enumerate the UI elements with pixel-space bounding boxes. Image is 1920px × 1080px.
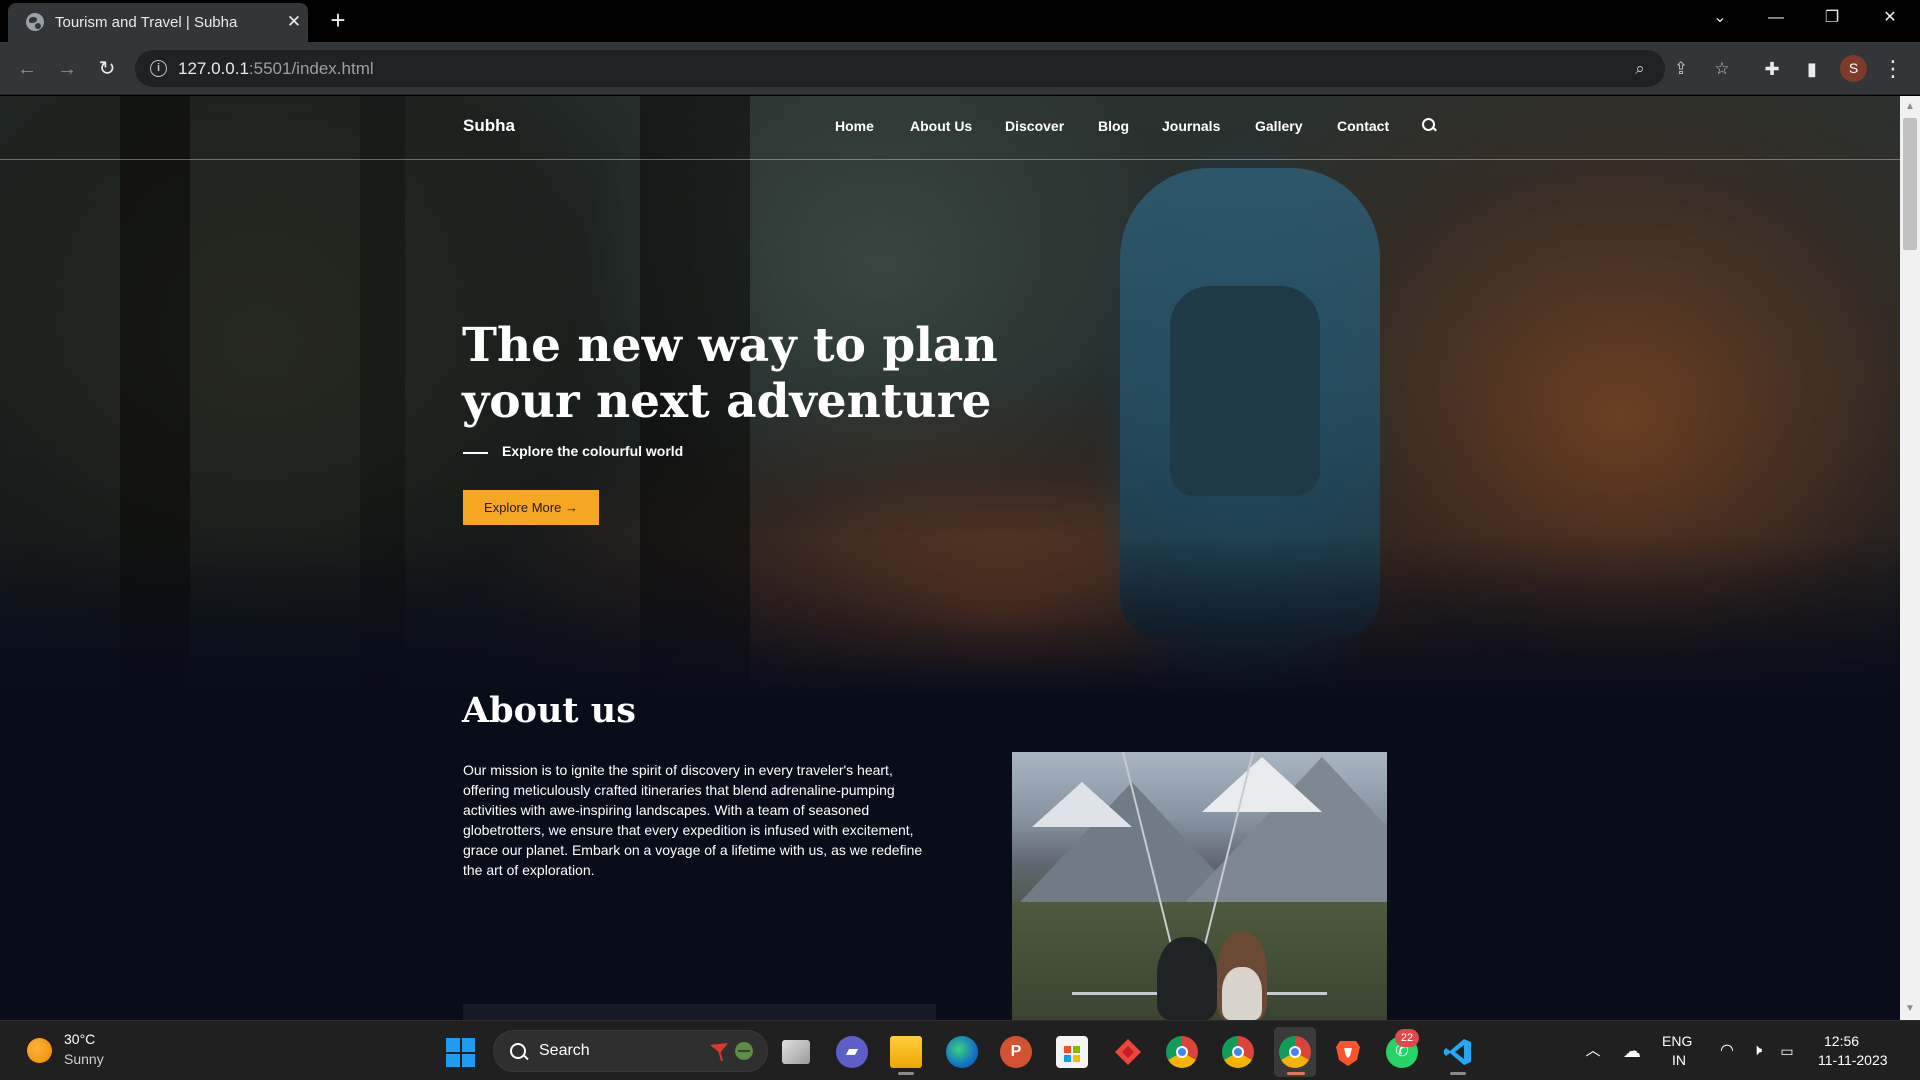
hero-subtitle-dash (463, 452, 488, 454)
search-icon (509, 1042, 529, 1062)
search-highlight-icon (710, 1042, 753, 1062)
brave-icon[interactable] (1332, 1036, 1364, 1068)
globe-icon (26, 13, 44, 31)
site-brand-logo[interactable]: Subha (463, 116, 515, 136)
taskbar-clock-date[interactable]: 11-11-2023 (1818, 1052, 1888, 1068)
vscode-running-indicator (1450, 1072, 1466, 1075)
vscode-icon[interactable] (1442, 1036, 1474, 1068)
reload-icon[interactable]: ↻ (92, 54, 122, 84)
chrome-icon[interactable] (1166, 1036, 1198, 1068)
bookmark-star-icon[interactable]: ☆ (1711, 58, 1733, 80)
photo-person-jacket (1157, 937, 1217, 1020)
restore-button[interactable]: ❐ (1804, 0, 1860, 36)
hero-section: Subha Home About Us Discover Blog Journa… (0, 96, 1900, 692)
file-explorer-icon[interactable] (890, 1036, 922, 1068)
scrollbar-thumb[interactable] (1903, 118, 1917, 250)
scroll-down-arrow-icon[interactable]: ▼ (1904, 1002, 1916, 1016)
forward-arrow-icon[interactable]: → (52, 54, 82, 84)
windows-start-icon[interactable] (446, 1038, 475, 1067)
language-indicator-bottom[interactable]: IN (1672, 1052, 1686, 1068)
speaker-muted-icon[interactable]: 🕨 (1746, 1040, 1768, 1062)
chrome-profile-icon[interactable] (1222, 1036, 1254, 1068)
about-bridge-photo (1012, 752, 1387, 1020)
share-icon[interactable]: ⇪ (1670, 58, 1692, 80)
site-navbar: Subha Home About Us Discover Blog Journa… (0, 96, 1900, 160)
file-explorer-running-indicator (898, 1072, 914, 1075)
address-bar[interactable]: i 127.0.0.1:5501/index.html ⌕ ⇪ ☆ (135, 50, 1730, 87)
sun-icon (27, 1038, 52, 1063)
language-indicator-top[interactable]: ENG (1662, 1033, 1692, 1049)
browser-tab-strip: Tourism and Travel | Subha ✕ + ⌄ — ❐ ✕ (0, 0, 1920, 42)
explore-more-button[interactable]: Explore More → (463, 490, 599, 525)
onedrive-cloud-icon[interactable]: ☁ (1621, 1040, 1643, 1062)
profile-avatar[interactable]: S (1840, 55, 1867, 82)
nav-gallery[interactable]: Gallery (1255, 118, 1302, 134)
photo-snow-cap (1202, 757, 1322, 812)
back-arrow-icon[interactable]: ← (12, 54, 42, 84)
powerpoint-icon[interactable]: P (1000, 1036, 1032, 1068)
new-tab-button[interactable]: + (326, 7, 350, 33)
browser-tab[interactable]: Tourism and Travel | Subha ✕ (8, 3, 308, 42)
side-panel-icon[interactable]: ▮ (1799, 56, 1825, 82)
taskbar-search-label: Search (539, 1042, 590, 1059)
hero-title-line: The new way to plan (462, 318, 998, 373)
about-card (463, 1004, 936, 1020)
browser-menu-icon[interactable]: ⋮ (1880, 56, 1906, 82)
microsoft-store-icon[interactable] (1056, 1036, 1088, 1068)
whatsapp-notification-badge: 22 (1395, 1029, 1419, 1047)
about-heading: About us (462, 690, 636, 731)
photo-snow-cap (1032, 782, 1132, 827)
teams-chat-icon[interactable]: ▰ (836, 1036, 868, 1068)
page-viewport: Subha Home About Us Discover Blog Journa… (0, 96, 1900, 1020)
edge-icon[interactable] (946, 1036, 978, 1068)
nav-contact[interactable]: Contact (1337, 118, 1389, 134)
site-info-icon[interactable]: i (150, 60, 167, 77)
nav-discover[interactable]: Discover (1005, 118, 1064, 134)
battery-icon[interactable]: ▭ (1776, 1040, 1798, 1062)
weather-description: Sunny (64, 1051, 104, 1067)
chrome-active-icon[interactable] (1279, 1036, 1311, 1068)
url-text[interactable]: 127.0.0.1:5501/index.html (178, 59, 374, 79)
scroll-up-arrow-icon[interactable]: ▲ (1904, 100, 1916, 114)
nav-about-us[interactable]: About Us (910, 118, 972, 134)
nav-blog[interactable]: Blog (1098, 118, 1129, 134)
close-window-button[interactable]: ✕ (1862, 0, 1918, 36)
zoom-icon[interactable]: ⌕ (1629, 58, 1651, 80)
about-text: Our mission is to ignite the spirit of d… (463, 762, 923, 878)
tab-search-chevron-icon[interactable]: ⌄ (1692, 0, 1748, 36)
tab-title: Tourism and Travel | Subha (55, 14, 238, 31)
close-tab-icon[interactable]: ✕ (284, 12, 304, 32)
chrome-active-indicator (1287, 1072, 1305, 1075)
task-view-icon[interactable] (782, 1040, 810, 1064)
search-icon[interactable] (1421, 117, 1437, 133)
minimize-button[interactable]: — (1748, 0, 1804, 36)
hero-title: The new way to plan your next adventure (462, 318, 1022, 430)
weather-temperature: 30°C (64, 1031, 96, 1047)
page-scrollbar[interactable]: ▲ ▼ (1900, 96, 1920, 1020)
nav-home[interactable]: Home (835, 118, 874, 134)
show-hidden-icons-chevron-icon[interactable]: ︿ (1582, 1040, 1604, 1062)
anydesk-icon[interactable] (1112, 1036, 1144, 1068)
wifi-icon[interactable]: ◠ (1716, 1040, 1738, 1062)
browser-toolbar: ← → ↻ i 127.0.0.1:5501/index.html ⌕ ⇪ ☆ … (0, 42, 1920, 95)
extensions-puzzle-icon[interactable]: ✚ (1759, 56, 1785, 82)
hero-backpack-image (1170, 286, 1320, 496)
photo-person-bag (1222, 967, 1262, 1020)
taskbar-clock-time[interactable]: 12:56 (1824, 1033, 1859, 1049)
taskbar-search-box[interactable]: Search (493, 1030, 768, 1072)
windows-taskbar: 30°C Sunny Search ▰ P ✆ 22 ︿ ☁ ENG IN ◠ … (0, 1020, 1920, 1080)
hero-title-line: your next adventure (462, 374, 992, 429)
nav-journals[interactable]: Journals (1162, 118, 1220, 134)
hero-fade-overlay (0, 536, 1900, 692)
hero-subtitle: Explore the colourful world (502, 443, 684, 459)
